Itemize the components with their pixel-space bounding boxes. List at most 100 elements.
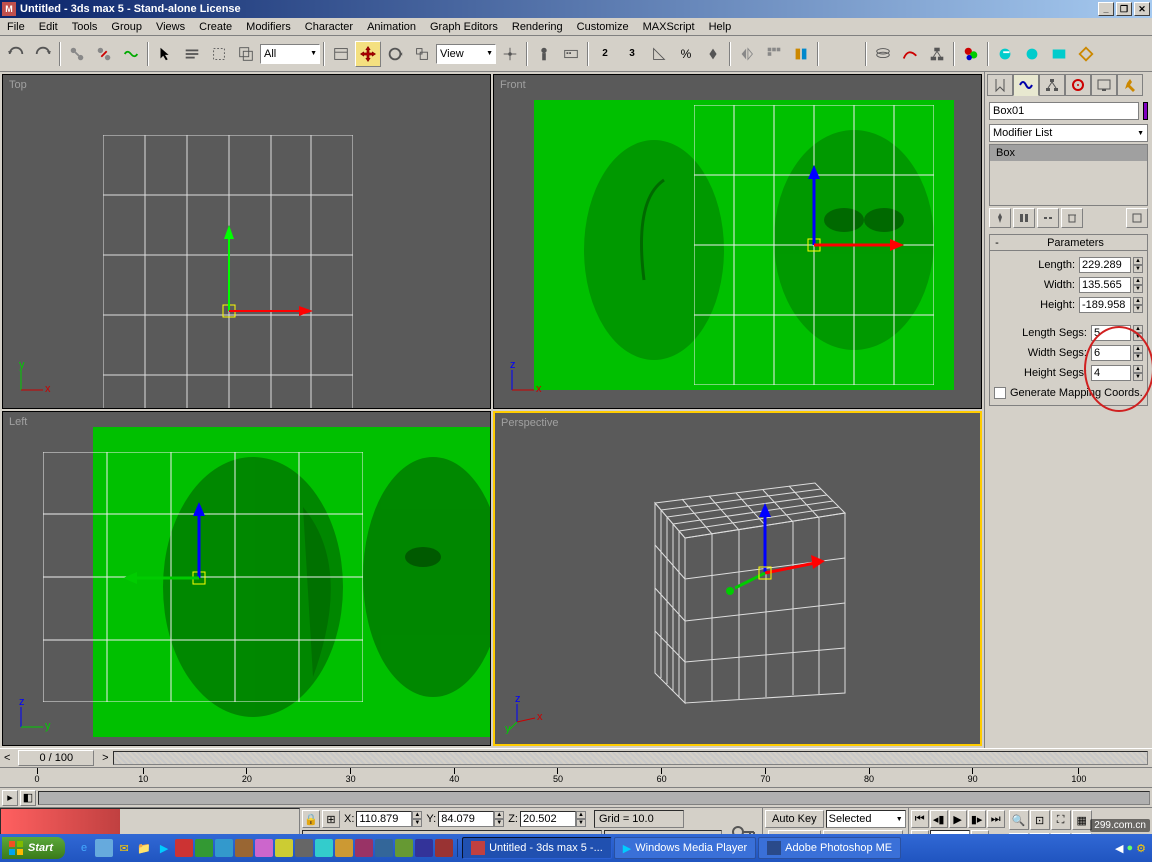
width-segs-input[interactable] (1091, 345, 1131, 361)
menu-create[interactable]: Create (192, 19, 239, 35)
menu-file[interactable]: File (0, 19, 32, 35)
select-by-name-button[interactable] (179, 41, 205, 67)
ql-outlook-icon[interactable]: ✉ (115, 839, 133, 857)
modifier-stack[interactable]: Box (989, 144, 1148, 206)
tray-icon[interactable]: ◀ (1115, 842, 1123, 855)
task-wmp[interactable]: ▶Windows Media Player (614, 837, 756, 859)
ql-app8-icon[interactable] (315, 839, 333, 857)
unlink-button[interactable] (91, 41, 117, 67)
pin-stack-button[interactable] (989, 208, 1011, 228)
menu-help[interactable]: Help (702, 19, 739, 35)
spinner-snap-button[interactable] (700, 41, 726, 67)
width-segs-spinner-down[interactable]: ▼ (1133, 353, 1143, 361)
tab-display[interactable] (1091, 74, 1117, 96)
ql-app10-icon[interactable] (355, 839, 373, 857)
object-name-field[interactable] (989, 102, 1139, 120)
length-segs-input[interactable] (1091, 325, 1131, 341)
activeshade-button[interactable] (1073, 41, 1099, 67)
time-slider-prev[interactable]: < (0, 752, 14, 764)
render-last-button[interactable] (1046, 41, 1072, 67)
make-unique-button[interactable] (1037, 208, 1059, 228)
select-button[interactable] (152, 41, 178, 67)
ql-app4-icon[interactable] (235, 839, 253, 857)
width-segs-spinner-up[interactable]: ▲ (1133, 345, 1143, 353)
close-button[interactable]: ✕ (1134, 2, 1150, 16)
ql-app11-icon[interactable] (375, 839, 393, 857)
timeline-ruler[interactable]: 0 10 20 30 40 50 60 70 80 90 100 (0, 768, 1152, 788)
length-spinner-up[interactable]: ▲ (1133, 257, 1143, 265)
redo-button[interactable] (30, 41, 56, 67)
x-spinner-down[interactable]: ▼ (412, 819, 422, 827)
task-3dsmax[interactable]: Untitled - 3ds max 5 -... (462, 837, 612, 859)
height-spinner-up[interactable]: ▲ (1133, 297, 1143, 305)
z-spinner-up[interactable]: ▲ (576, 811, 586, 819)
select-rotate-button[interactable] (382, 41, 408, 67)
snap-2d-button[interactable]: 2 (592, 41, 618, 67)
menu-modifiers[interactable]: Modifiers (239, 19, 298, 35)
zoom-all-button[interactable]: ⊡ (1030, 810, 1050, 830)
modifier-stack-item[interactable]: Box (990, 145, 1147, 161)
time-slider-next[interactable]: > (98, 752, 112, 764)
prev-frame-button[interactable]: ◂▮ (930, 810, 948, 828)
time-scrub-track[interactable] (113, 751, 1148, 765)
tray-icon[interactable]: ⚙ (1136, 842, 1146, 855)
align-button[interactable] (788, 41, 814, 67)
length-segs-spinner-down[interactable]: ▼ (1133, 333, 1143, 341)
keyboard-shortcut-button[interactable] (558, 41, 584, 67)
mirror-button[interactable] (734, 41, 760, 67)
window-crossing-button[interactable] (233, 41, 259, 67)
select-region-button[interactable] (206, 41, 232, 67)
snap-3d-button[interactable]: 3 (619, 41, 645, 67)
configure-sets-button[interactable] (1126, 208, 1148, 228)
time-slider-button[interactable]: 0 / 100 (18, 750, 94, 766)
width-spinner-up[interactable]: ▲ (1133, 277, 1143, 285)
height-input[interactable] (1079, 297, 1131, 313)
y-spinner-up[interactable]: ▲ (494, 811, 504, 819)
goto-end-button[interactable]: ⏭ (987, 810, 1005, 828)
ql-app-icon[interactable] (175, 839, 193, 857)
z-spinner-down[interactable]: ▼ (576, 819, 586, 827)
array-button[interactable] (761, 41, 787, 67)
auto-key-button[interactable]: Auto Key (765, 810, 824, 828)
trackbar-open-button[interactable]: ▸ (2, 790, 18, 806)
viewport-perspective[interactable]: Perspective (493, 411, 982, 746)
lock-selection-button[interactable]: 🔒 (302, 810, 320, 828)
height-spinner-down[interactable]: ▼ (1133, 305, 1143, 313)
ql-app2-icon[interactable] (195, 839, 213, 857)
render-scene-button[interactable] (992, 41, 1018, 67)
ql-app7-icon[interactable] (295, 839, 313, 857)
width-input[interactable] (1079, 277, 1131, 293)
minimize-button[interactable]: _ (1098, 2, 1114, 16)
named-sets-button[interactable] (328, 41, 354, 67)
ql-app12-icon[interactable] (395, 839, 413, 857)
tab-motion[interactable] (1065, 74, 1091, 96)
selection-filter-dropdown[interactable]: All (260, 44, 320, 64)
ql-app3-icon[interactable] (215, 839, 233, 857)
key-mode-dropdown[interactable]: Selected (826, 810, 906, 828)
menu-customize[interactable]: Customize (570, 19, 636, 35)
ql-explorer-icon[interactable]: 📁 (135, 839, 153, 857)
select-move-button[interactable] (355, 41, 381, 67)
named-set-dropdown[interactable] (822, 41, 862, 67)
y-spinner-down[interactable]: ▼ (494, 819, 504, 827)
ql-ie-icon[interactable]: e (75, 839, 93, 857)
z-coord-input[interactable] (520, 811, 576, 827)
absolute-mode-button[interactable]: ⊞ (322, 810, 340, 828)
system-tray[interactable]: ◀ ● ⚙ (1111, 842, 1150, 855)
width-spinner-down[interactable]: ▼ (1133, 285, 1143, 293)
show-result-button[interactable] (1013, 208, 1035, 228)
tab-utilities[interactable] (1117, 74, 1143, 96)
ref-coord-dropdown[interactable]: View (436, 44, 496, 64)
undo-button[interactable] (3, 41, 29, 67)
viewport-top[interactable]: Top yx (2, 74, 491, 409)
x-coord-input[interactable] (356, 811, 412, 827)
layer-manager-button[interactable] (870, 41, 896, 67)
zoom-extents-all-button[interactable]: ▦ (1072, 810, 1092, 830)
generate-mapping-checkbox[interactable] (994, 387, 1006, 399)
ql-app9-icon[interactable] (335, 839, 353, 857)
maximize-button[interactable]: ❐ (1116, 2, 1132, 16)
bind-spacewarp-button[interactable] (118, 41, 144, 67)
schematic-view-button[interactable] (924, 41, 950, 67)
task-photoshop[interactable]: Adobe Photoshop ME (758, 837, 901, 859)
rollout-header[interactable]: - Parameters (990, 235, 1147, 251)
